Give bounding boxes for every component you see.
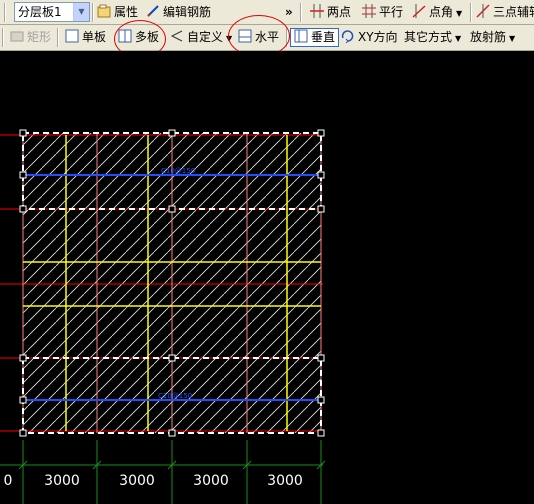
custom-label: 自定义: [187, 30, 224, 44]
edit-rebar-label: 编辑钢筋: [163, 5, 212, 19]
vertical-slab-icon: [294, 29, 308, 43]
toolbar-grip[interactable]: [2, 28, 4, 47]
three-point-label: 三点辅轴: [493, 5, 534, 19]
two-point-axis-icon: [310, 4, 324, 18]
parallel-label: 平行: [379, 5, 404, 19]
other-methods-label: 其它方式: [404, 30, 453, 44]
properties-label: 属性: [114, 5, 139, 19]
two-point-button[interactable]: 两点: [310, 2, 351, 22]
layer-select[interactable]: 分层板1 ▼: [14, 2, 90, 22]
layer-select-value: 分层板1: [18, 5, 62, 19]
toolbar-overflow-button[interactable]: »: [285, 2, 293, 22]
rect-label: 矩形: [27, 30, 52, 44]
properties-button[interactable]: 属性: [97, 2, 138, 22]
custom-angle-icon: [170, 30, 183, 42]
toolbar-divider: [300, 3, 302, 22]
parallel-button[interactable]: 平行: [362, 2, 403, 22]
xy-direction-button[interactable]: XY方向: [341, 27, 398, 47]
single-slab-button[interactable]: 单板: [65, 27, 106, 47]
three-point-axis-icon: [476, 4, 490, 18]
properties-icon: [97, 4, 111, 18]
custom-button[interactable]: 自定义 ▼: [170, 27, 232, 47]
pencil-icon: [147, 5, 159, 17]
vertical-button[interactable]: 垂直: [290, 28, 340, 47]
toolbar-divider: [92, 3, 94, 22]
dimension-label: 3000: [267, 473, 303, 489]
three-point-button[interactable]: 三点辅轴: [476, 2, 534, 22]
xy-direction-label: XY方向: [358, 30, 398, 44]
rebar-label-top: C10@150: [161, 167, 195, 175]
xy-direction-icon: [341, 30, 354, 43]
rectangle-icon: [10, 31, 24, 42]
rect-button[interactable]: 矩形: [10, 27, 51, 47]
dimension-label: 3000: [44, 473, 80, 489]
toolbar-divider: [470, 3, 472, 22]
radial-rebar-label: 放射筋: [470, 30, 507, 44]
dimension-label: 3000: [193, 473, 229, 489]
other-methods-button[interactable]: 其它方式 ▼: [404, 27, 461, 47]
chevron-down-icon[interactable]: ▼: [73, 3, 89, 21]
toolbar-divider: [57, 28, 59, 47]
overflow-label: »: [285, 5, 293, 19]
parallel-icon: [362, 4, 376, 18]
point-angle-button[interactable]: 点角 ▼: [412, 2, 462, 22]
toolbar-grip[interactable]: [4, 3, 6, 22]
point-angle-label: 点角: [429, 5, 454, 19]
single-slab-icon: [65, 29, 79, 43]
point-angle-icon: [412, 4, 426, 18]
drawing-canvas[interactable]: C10@150 C10@150: [0, 51, 534, 504]
two-point-label: 两点: [327, 5, 352, 19]
chevron-down-icon[interactable]: ▼: [509, 34, 515, 43]
edit-rebar-button[interactable]: 编辑钢筋: [146, 2, 211, 22]
single-slab-label: 单板: [82, 30, 107, 44]
rebar-label-bottom: C10@150: [158, 392, 192, 400]
chevron-down-icon[interactable]: ▼: [456, 9, 462, 18]
chevron-down-icon[interactable]: ▼: [455, 34, 461, 43]
dimension-label: 3000: [119, 473, 155, 489]
radial-rebar-button[interactable]: 放射筋 ▼: [470, 27, 515, 47]
vertical-label: 垂直: [311, 30, 336, 44]
